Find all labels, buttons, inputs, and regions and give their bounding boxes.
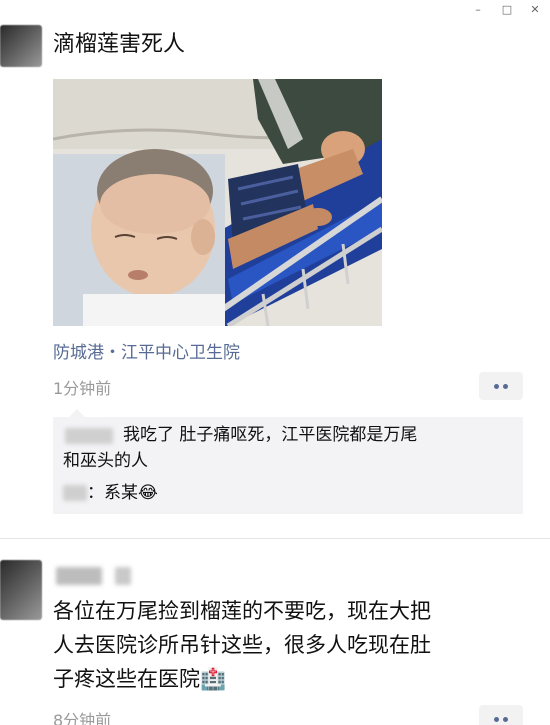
dot-icon [503, 717, 508, 722]
dot-icon [494, 717, 499, 722]
laugh-emoji-icon: 😂 [138, 483, 158, 503]
reply-commenter-name[interactable] [63, 485, 87, 501]
hospital-emoji-icon: 🏥 [200, 667, 227, 691]
poster-name-extra [115, 567, 131, 585]
avatar[interactable] [0, 560, 42, 620]
post-time: 1分钟前 [53, 379, 112, 398]
avatar[interactable] [0, 25, 42, 67]
reply-comment: ：系某😂 [87, 480, 158, 506]
post-line-2: 人去医院诊所吊针这些，很多人吃现在肚 [53, 633, 431, 657]
close-icon[interactable]: ✕ [525, 2, 545, 18]
reply-text: ：系某 [87, 483, 138, 503]
post-time: 8分钟前 [53, 711, 112, 725]
location-link[interactable]: 防城港・江平中心卫生院 [53, 338, 240, 363]
minimize-icon[interactable]: – [468, 2, 488, 18]
post-text: 滴榴莲害死人 [53, 32, 186, 57]
window-titlebar: – □ ✕ [0, 0, 550, 20]
poster-name[interactable] [56, 567, 102, 585]
more-actions-button[interactable] [479, 705, 523, 725]
dot-icon [503, 384, 508, 389]
dot-icon [494, 384, 499, 389]
comments-panel: 我吃了 肚子痛呕死，江平医院都是万尾 和巫头的人 ：系某😂 [53, 409, 523, 514]
comment-line-1: 我吃了 肚子痛呕死，江平医院都是万尾 [123, 425, 418, 445]
more-actions-button[interactable] [479, 372, 523, 400]
post-line-1: 各位在万尾捡到榴莲的不要吃，现在大把 [53, 599, 431, 623]
post-photo[interactable] [53, 79, 382, 326]
post-divider [0, 538, 550, 539]
maximize-icon[interactable]: □ [497, 2, 517, 18]
post-line-3-text: 子疼这些在医院 [53, 667, 200, 691]
post-line-3: 子疼这些在医院🏥 [53, 665, 226, 693]
photo-content [53, 79, 382, 326]
commenter-name[interactable] [65, 428, 113, 444]
comment-line-2: 和巫头的人 [63, 451, 148, 471]
